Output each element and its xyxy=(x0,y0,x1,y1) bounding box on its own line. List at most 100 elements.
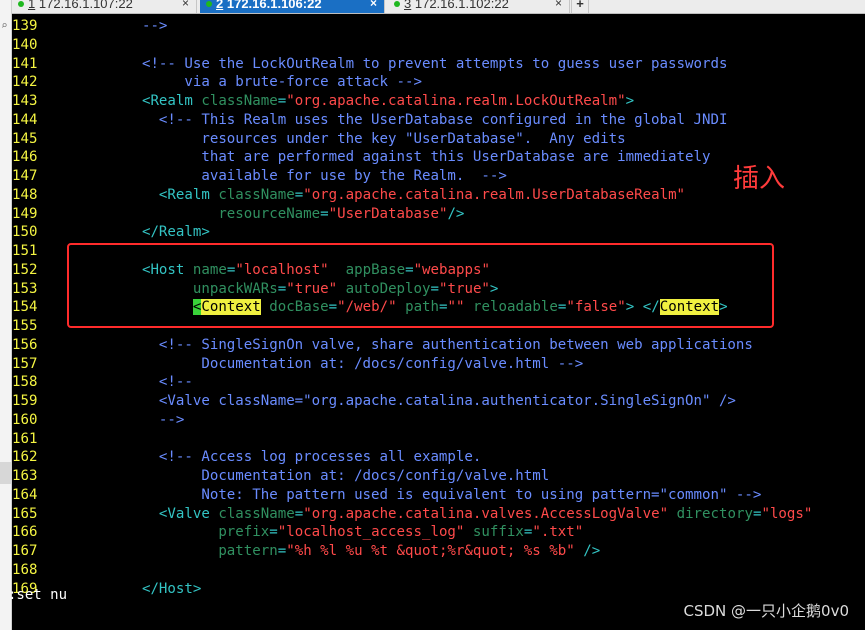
line-number: 145 xyxy=(12,130,38,147)
tab-session-1[interactable]: 1 172.16.1.107:22 × xyxy=(12,0,197,13)
tab-number: 1 xyxy=(28,0,36,11)
line-number: 149 xyxy=(12,205,38,222)
code-line[interactable]: 146 that are performed against this User… xyxy=(12,148,710,167)
code-token: > xyxy=(625,93,635,109)
code-token: available for use by the Realm. --> xyxy=(201,168,507,184)
line-number: 139 xyxy=(12,18,38,34)
line-number: 168 xyxy=(12,561,38,578)
code-token: "%h %l %u %t &quot;%r&quot; %s %b" xyxy=(286,543,575,559)
code-line[interactable]: 148 <Realm className="org.apache.catalin… xyxy=(12,186,685,205)
line-number: 161 xyxy=(12,430,38,447)
line-number: 144 xyxy=(12,111,38,128)
code-token: "org.apache.catalina.realm.LockOutRealm" xyxy=(286,93,626,109)
line-number: 160 xyxy=(12,411,38,428)
search-icon[interactable]: ⌕ xyxy=(1,20,8,31)
code-token: pattern xyxy=(218,543,278,559)
line-number: 150 xyxy=(12,224,38,241)
code-line[interactable]: 145 resources under the key "UserDatabas… xyxy=(12,130,626,149)
code-line[interactable]: 143 <Realm className="org.apache.catalin… xyxy=(12,92,634,111)
code-line[interactable]: 149 resourceName="UserDatabase"/> xyxy=(12,205,464,224)
sidebar-marker xyxy=(0,462,11,484)
code-token: Note: The pattern used is equivalent to … xyxy=(201,486,762,503)
vim-command-line[interactable]: :set nu xyxy=(8,587,67,603)
code-token: <!-- SingleSignOn valve, share authentic… xyxy=(158,336,753,353)
line-number: 141 xyxy=(12,55,38,72)
code-token: <Valve className="org.apache.catalina.au… xyxy=(158,393,736,409)
code-line[interactable]: 165 <Valve className="org.apache.catalin… xyxy=(12,505,812,524)
line-number: 167 xyxy=(12,543,38,559)
watermark: CSDN @一只小企鹅0v0 xyxy=(683,602,850,620)
tab-label: 172.16.1.107:22 xyxy=(38,0,133,11)
annotation-highlight-box xyxy=(67,243,774,328)
code-line[interactable]: 141 <!-- Use the LockOutRealm to prevent… xyxy=(12,55,727,74)
code-token: "localhost_access_log" xyxy=(277,524,465,541)
code-token: </Host> xyxy=(141,580,202,597)
code-token: /> xyxy=(447,205,465,222)
line-number: 146 xyxy=(12,149,38,166)
code-token: Documentation at: /docs/config/valve.htm… xyxy=(201,355,584,372)
code-line[interactable]: 163 Documentation at: /docs/config/valve… xyxy=(12,467,549,486)
code-token: className xyxy=(218,186,295,203)
code-line[interactable]: 142 via a brute-force attack --> xyxy=(12,73,422,92)
code-line[interactable]: 168 xyxy=(12,561,108,580)
code-token: <!-- This Realm uses the UserDatabase co… xyxy=(158,111,728,128)
code-token: Documentation at: /docs/config/valve.htm… xyxy=(201,468,550,484)
tab-session-2[interactable]: 2 172.16.1.106:22 × xyxy=(200,0,385,13)
line-number: 162 xyxy=(12,449,38,466)
code-line[interactable]: 139 --> xyxy=(12,17,167,36)
code-token: suffix xyxy=(472,524,524,541)
tab-label: 172.16.1.106:22 xyxy=(226,0,322,11)
close-icon[interactable]: × xyxy=(555,0,562,9)
tab-session-3[interactable]: 3 172.16.1.102:22 × xyxy=(388,0,570,13)
code-line[interactable]: 160 --> xyxy=(12,411,184,430)
line-number: 140 xyxy=(12,36,38,53)
code-token: ".txt" xyxy=(532,524,584,541)
line-number: 147 xyxy=(12,168,38,184)
code-token: <!-- xyxy=(158,374,193,391)
code-token: prefix xyxy=(218,524,270,541)
code-token: resourceName xyxy=(218,205,321,222)
left-sidebar: ⌕ xyxy=(0,0,12,630)
code-line[interactable]: 158 <!-- xyxy=(12,373,193,392)
code-token: = xyxy=(294,505,304,522)
code-token: </Realm> xyxy=(141,224,210,241)
code-token: "org.apache.catalina.valves.AccessLogVal… xyxy=(303,505,669,522)
code-token: = xyxy=(269,524,278,541)
code-token: <!-- Use the LockOutRealm to prevent att… xyxy=(141,55,728,72)
code-token: "org.apache.catalina.realm.UserDatabaseR… xyxy=(303,186,686,203)
code-line[interactable]: 147 available for use by the Realm. --> xyxy=(12,167,507,186)
line-number: 158 xyxy=(12,374,38,391)
code-token: resources under the key "UserDatabase". … xyxy=(201,130,626,147)
code-line[interactable]: 157 Documentation at: /docs/config/valve… xyxy=(12,355,583,374)
code-line[interactable]: 140 xyxy=(12,36,108,55)
code-line[interactable]: 161 xyxy=(12,430,108,449)
close-icon[interactable]: × xyxy=(182,0,189,9)
code-token: via a brute-force attack --> xyxy=(184,74,422,91)
code-line[interactable]: 164 Note: The pattern used is equivalent… xyxy=(12,486,761,505)
code-line[interactable]: 150 </Realm> xyxy=(12,223,210,242)
code-line[interactable]: 166 prefix="localhost_access_log" suffix… xyxy=(12,523,583,542)
close-icon[interactable]: × xyxy=(370,0,377,9)
code-line[interactable]: 144 <!-- This Realm uses the UserDatabas… xyxy=(12,111,727,130)
tab-number: 2 xyxy=(216,0,224,11)
line-number: 143 xyxy=(12,93,38,109)
add-tab-button[interactable]: + xyxy=(571,0,589,13)
line-number: 156 xyxy=(12,336,38,353)
code-token: className xyxy=(218,505,295,522)
code-line[interactable]: 156 <!-- SingleSignOn valve, share authe… xyxy=(12,336,753,355)
code-token: --> xyxy=(141,18,168,34)
connected-status-icon xyxy=(206,1,212,7)
line-number: 148 xyxy=(12,186,38,203)
code-line[interactable]: 167 pattern="%h %l %u %t &quot;%r&quot; … xyxy=(12,542,600,561)
session-tab-bar: 1 172.16.1.107:22 × 2 172.16.1.106:22 × … xyxy=(12,0,865,14)
code-line[interactable]: 162 <!-- Access log processes all exampl… xyxy=(12,448,481,467)
code-token: "UserDatabase" xyxy=(328,205,448,222)
line-number: 163 xyxy=(12,468,38,484)
code-token: that are performed against this UserData… xyxy=(201,149,711,166)
code-line[interactable]: 159 <Valve className="org.apache.catalin… xyxy=(12,392,736,411)
code-token: = xyxy=(277,543,287,559)
code-token: = xyxy=(320,205,329,222)
code-token: <!-- Access log processes all example. xyxy=(158,449,482,466)
